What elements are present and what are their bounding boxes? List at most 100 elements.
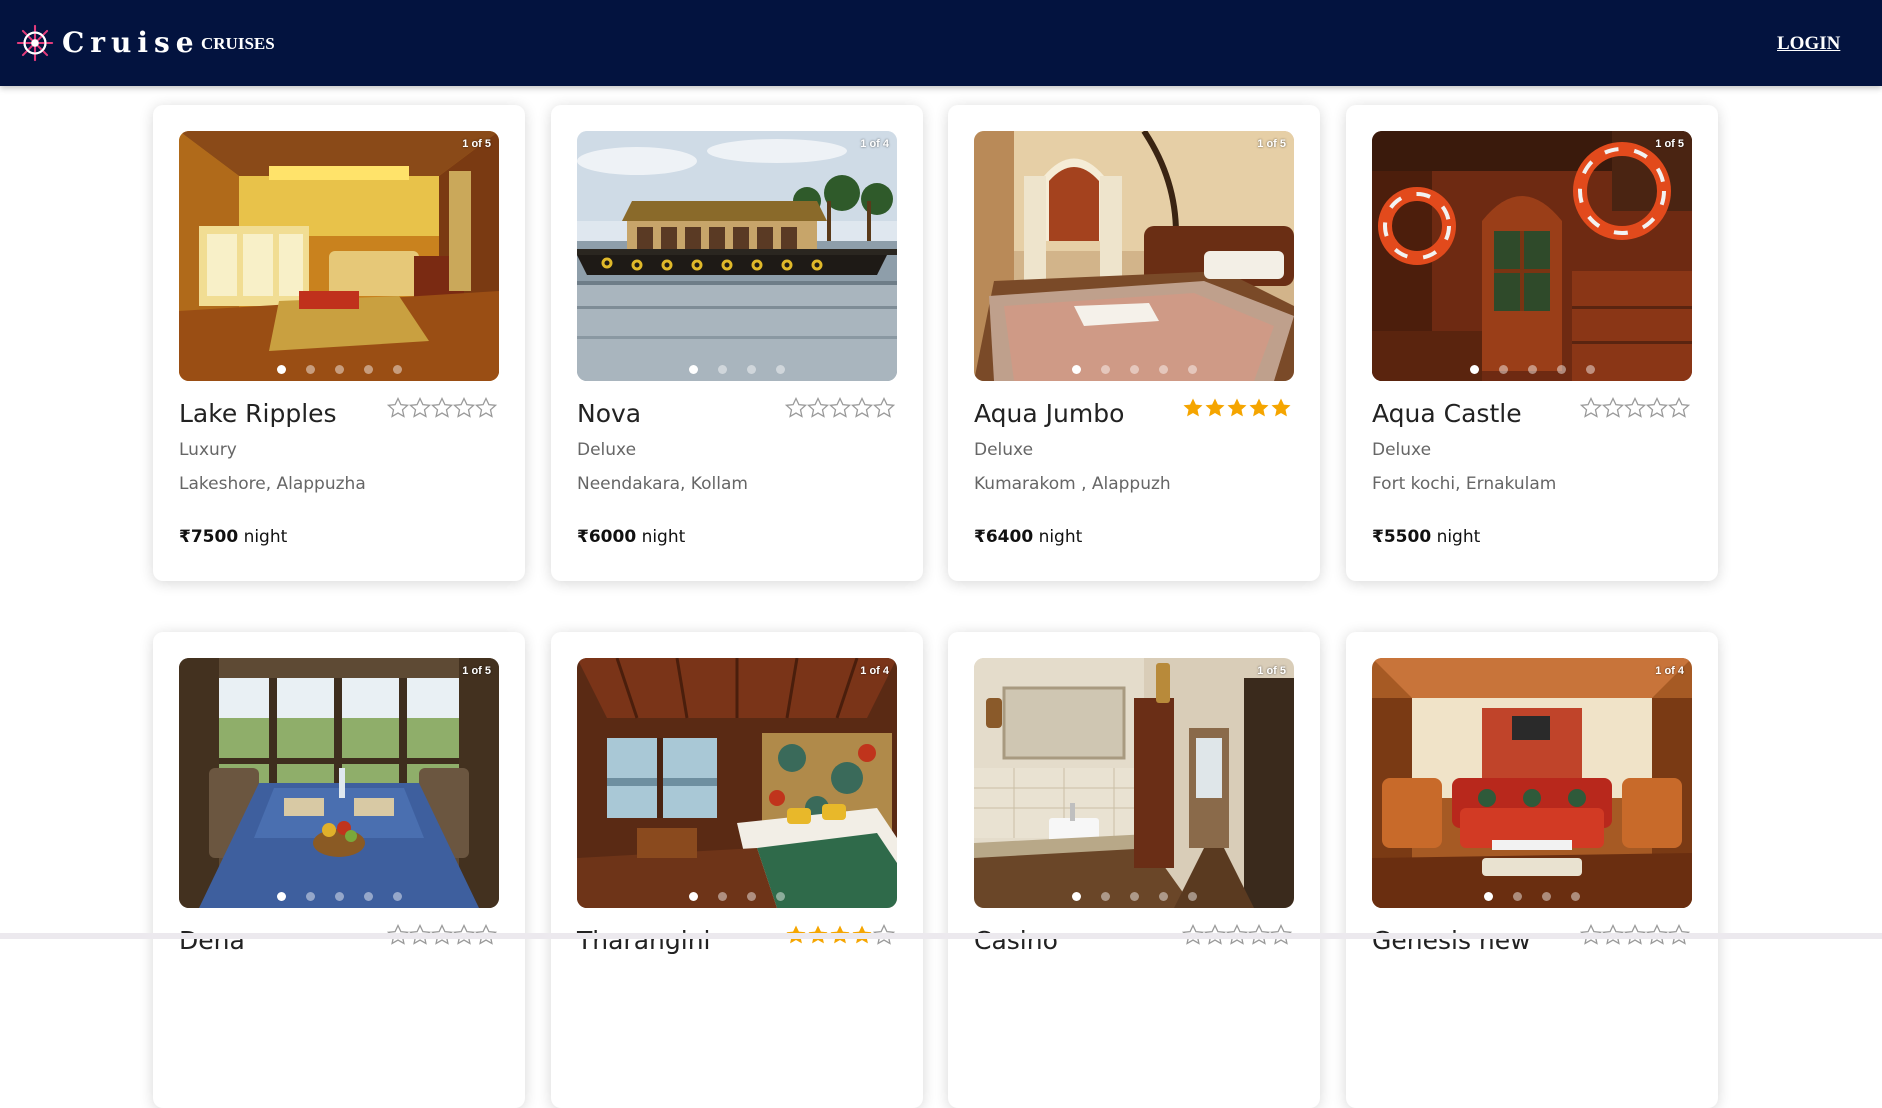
cruise-title[interactable]: Nova xyxy=(577,399,641,429)
carousel-dot[interactable] xyxy=(334,892,344,901)
carousel-dot[interactable] xyxy=(1129,892,1139,901)
carousel-dots[interactable] xyxy=(974,365,1294,374)
brand-name[interactable]: Cruise xyxy=(62,24,200,62)
carousel-dots[interactable] xyxy=(179,365,499,374)
dining-photo xyxy=(179,658,499,908)
cruise-title[interactable]: Aqua Jumbo xyxy=(974,399,1124,429)
carousel-dot[interactable] xyxy=(718,365,727,374)
star-outline-icon xyxy=(431,397,453,418)
carousel-dot[interactable] xyxy=(1542,892,1551,901)
carousel-dot[interactable] xyxy=(392,365,402,374)
cruise-title[interactable]: Genesis new xyxy=(1372,926,1531,956)
carousel-dot[interactable] xyxy=(689,892,698,901)
star-outline-icon xyxy=(851,397,873,418)
cruise-card[interactable]: 1 of 4 Genesis new xyxy=(1346,632,1718,1108)
cruise-photo[interactable]: 1 of 4 xyxy=(577,131,897,381)
cruise-title[interactable]: Aqua Castle xyxy=(1372,399,1522,429)
carousel-dot[interactable] xyxy=(776,365,785,374)
page-bottom-edge xyxy=(0,933,1882,939)
price-amount: ₹7500 xyxy=(179,527,239,547)
cruise-price: ₹5500 night xyxy=(1372,526,1480,548)
carousel-dot[interactable] xyxy=(1513,892,1522,901)
bedroom-photo xyxy=(974,131,1294,381)
carousel-dot[interactable] xyxy=(689,365,698,374)
carousel-dots[interactable] xyxy=(974,892,1294,901)
carousel-dot[interactable] xyxy=(305,892,315,901)
carousel-dot[interactable] xyxy=(1469,365,1479,374)
cruise-price: ₹6000 night xyxy=(577,526,685,548)
photo-counter: 1 of 5 xyxy=(1257,665,1286,677)
rating-stars xyxy=(1580,397,1692,421)
carousel-dot[interactable] xyxy=(276,892,286,901)
star-filled-icon xyxy=(1205,398,1225,417)
cruise-photo[interactable]: 1 of 5 xyxy=(179,131,499,381)
cruise-title[interactable]: Lake Ripples xyxy=(179,399,337,429)
carousel-dot[interactable] xyxy=(1585,365,1595,374)
star-filled-icon xyxy=(1249,398,1269,417)
carousel-dot[interactable] xyxy=(1556,365,1566,374)
carousel-dots[interactable] xyxy=(179,892,499,901)
carousel-dot[interactable] xyxy=(747,365,756,374)
cruise-photo[interactable]: 1 of 5 xyxy=(974,131,1294,381)
carousel-dots[interactable] xyxy=(1372,892,1692,901)
photo-counter: 1 of 5 xyxy=(462,138,491,150)
cruise-title[interactable]: Casino xyxy=(974,926,1058,956)
cruise-location: Kumarakom , Alappuzh xyxy=(974,474,1171,494)
carousel-dot[interactable] xyxy=(363,365,373,374)
nav-cruises-link[interactable]: CRUISES xyxy=(201,34,275,54)
star-outline-icon xyxy=(873,397,895,418)
carousel-dot[interactable] xyxy=(1100,365,1110,374)
cruise-card[interactable]: 1 of 5 Dena xyxy=(153,632,525,1108)
cruise-card[interactable]: 1 of 5 Aqua Jumbo Deluxe Kumarakom , Ala… xyxy=(948,105,1320,581)
star-filled-icon xyxy=(1183,398,1203,417)
carousel-dot[interactable] xyxy=(1498,365,1508,374)
carousel-dot[interactable] xyxy=(1071,365,1081,374)
carousel-dot[interactable] xyxy=(1527,365,1537,374)
cruise-category: Deluxe xyxy=(974,440,1034,460)
carousel-dot[interactable] xyxy=(747,892,756,901)
carousel-dots[interactable] xyxy=(1372,365,1692,374)
wooden-bedroom-photo xyxy=(577,658,897,908)
photo-counter: 1 of 4 xyxy=(860,138,889,150)
carousel-dots[interactable] xyxy=(577,892,897,901)
star-outline-icon xyxy=(1668,397,1690,418)
cruise-photo[interactable]: 1 of 4 xyxy=(577,658,897,908)
carousel-dot[interactable] xyxy=(334,365,344,374)
carousel-dot[interactable] xyxy=(1571,892,1580,901)
price-unit: night xyxy=(1038,527,1083,547)
cruise-card[interactable]: 1 of 5 Casino xyxy=(948,632,1320,1108)
carousel-dot[interactable] xyxy=(305,365,315,374)
cruise-photo[interactable]: 1 of 5 xyxy=(1372,131,1692,381)
cruise-card[interactable]: 1 of 5 Lake Ripples Luxury Lakeshore, Al… xyxy=(153,105,525,581)
cruise-card[interactable]: 1 of 5 Aqua Castle Deluxe Fort kochi, Er… xyxy=(1346,105,1718,581)
carousel-dot[interactable] xyxy=(1158,365,1168,374)
nav-login-link[interactable]: LOGIN xyxy=(1777,33,1840,55)
photo-counter: 1 of 5 xyxy=(1257,138,1286,150)
carousel-dots[interactable] xyxy=(577,365,897,374)
cruise-photo[interactable]: 1 of 5 xyxy=(974,658,1294,908)
bathroom-photo xyxy=(974,658,1294,908)
cruise-title[interactable]: Tharangini xyxy=(577,926,710,956)
carousel-dot[interactable] xyxy=(1187,365,1197,374)
cruise-card[interactable]: 1 of 4 Nova Deluxe Neendakara, Kollam ₹6… xyxy=(551,105,923,581)
carousel-dot[interactable] xyxy=(1484,892,1493,901)
carousel-dot[interactable] xyxy=(276,365,286,374)
ship-wheel-icon[interactable] xyxy=(16,24,54,62)
carousel-dot[interactable] xyxy=(1129,365,1139,374)
carousel-dot[interactable] xyxy=(1100,892,1110,901)
carousel-dot[interactable] xyxy=(776,892,785,901)
carousel-dot[interactable] xyxy=(392,892,402,901)
rating-stars xyxy=(1182,397,1294,421)
carousel-dot[interactable] xyxy=(718,892,727,901)
price-unit: night xyxy=(641,527,686,547)
carousel-dot[interactable] xyxy=(363,892,373,901)
carousel-dot[interactable] xyxy=(1071,892,1081,901)
carousel-dot[interactable] xyxy=(1187,892,1197,901)
cruise-photo[interactable]: 1 of 4 xyxy=(1372,658,1692,908)
cruise-card[interactable]: 1 of 4 Tharangini xyxy=(551,632,923,1108)
star-outline-icon xyxy=(1580,397,1602,418)
carousel-dot[interactable] xyxy=(1158,892,1168,901)
cruise-photo[interactable]: 1 of 5 xyxy=(179,658,499,908)
cruise-title[interactable]: Dena xyxy=(179,926,245,956)
star-outline-icon xyxy=(1624,397,1646,418)
